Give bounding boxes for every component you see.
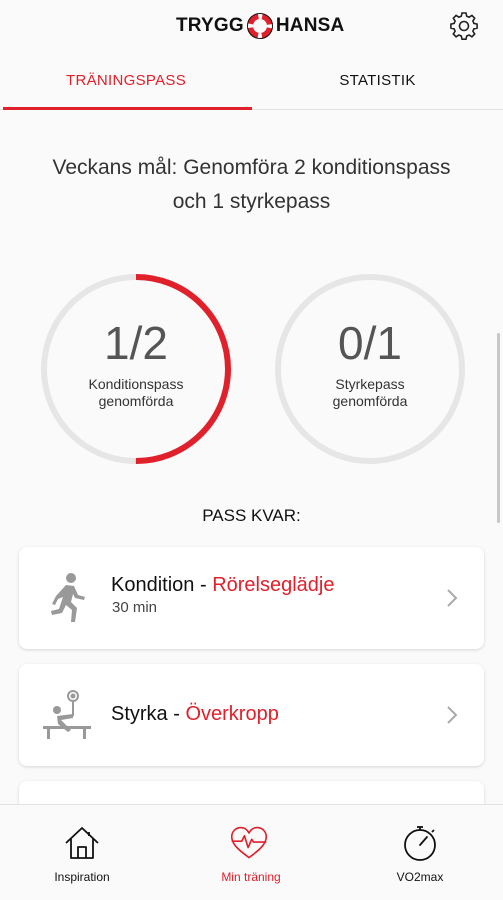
kondition-progress-ring: 1/2 Konditionspass genomförda xyxy=(37,270,235,468)
workout-name: Överkropp xyxy=(185,703,279,725)
active-tab-indicator xyxy=(3,107,252,110)
nav-min-traning[interactable]: Min träning xyxy=(191,805,311,900)
nav-inspiration[interactable]: Inspiration xyxy=(22,805,142,900)
workout-title: Kondition - Rörelseglädje xyxy=(111,574,334,597)
gear-icon[interactable] xyxy=(448,10,480,42)
styrka-label-line2: genomförda xyxy=(332,393,408,409)
bench-press-icon xyxy=(43,690,91,739)
kondition-label-line1: Konditionspass xyxy=(88,376,184,392)
workout-name: Rörelseglädje xyxy=(212,574,335,596)
styrka-label-line1: Styrkepass xyxy=(335,376,405,392)
logo-text-right: HANSA xyxy=(275,15,345,36)
workout-separator: - xyxy=(167,703,186,725)
app-header: TRYGG HANSA xyxy=(0,0,503,52)
chevron-right-icon xyxy=(447,706,458,724)
lifebuoy-icon xyxy=(246,13,273,39)
bottom-navigation: Inspiration Min träning VO2max xyxy=(0,804,503,900)
workout-type: Kondition xyxy=(111,574,195,596)
scrollbar[interactable] xyxy=(497,333,500,523)
nav-label: VO2max xyxy=(396,870,444,884)
kondition-count: 1/2 xyxy=(104,317,168,369)
styrka-count: 0/1 xyxy=(338,317,402,369)
nav-label: Inspiration xyxy=(54,870,110,884)
tryggHansa-logo: TRYGG HANSA xyxy=(176,10,344,42)
tab-statistik[interactable]: STATISTIK xyxy=(252,52,503,109)
remaining-heading: PASS KVAR: xyxy=(202,506,301,525)
workout-duration: 30 min xyxy=(112,599,158,616)
logo-text-left: TRYGG xyxy=(176,15,244,36)
chevron-right-icon xyxy=(447,589,458,607)
stopwatch-icon xyxy=(404,826,436,861)
workout-type: Styrka xyxy=(111,703,168,725)
tab-traningspass[interactable]: TRÄNINGSPASS xyxy=(0,52,252,109)
running-person-icon xyxy=(51,573,85,622)
workout-card-partial[interactable] xyxy=(19,781,484,804)
main-content[interactable]: Veckans mål: Genomföra 2 konditionspass … xyxy=(0,111,503,804)
weekly-goal-text: Veckans mål: Genomföra 2 konditionspass … xyxy=(52,156,451,213)
workout-card-kondition[interactable]: Kondition - Rörelseglädje 30 min xyxy=(19,547,484,649)
nav-label: Min träning xyxy=(221,870,281,884)
nav-vo2max[interactable]: VO2max xyxy=(360,805,480,900)
tab-bar: TRÄNINGSPASS STATISTIK xyxy=(0,52,503,110)
workout-separator: - xyxy=(194,574,213,596)
workout-card-styrka[interactable]: Styrka - Överkropp xyxy=(19,664,484,766)
workout-title: Styrka - Överkropp xyxy=(111,703,279,726)
heart-pulse-icon xyxy=(230,826,268,859)
kondition-label: Konditionspass genomförda xyxy=(37,376,235,410)
house-icon xyxy=(65,827,99,859)
kondition-label-line2: genomförda xyxy=(98,393,174,409)
styrka-label: Styrkepass genomförda xyxy=(271,376,469,410)
styrka-progress-ring: 0/1 Styrkepass genomförda xyxy=(271,270,469,468)
